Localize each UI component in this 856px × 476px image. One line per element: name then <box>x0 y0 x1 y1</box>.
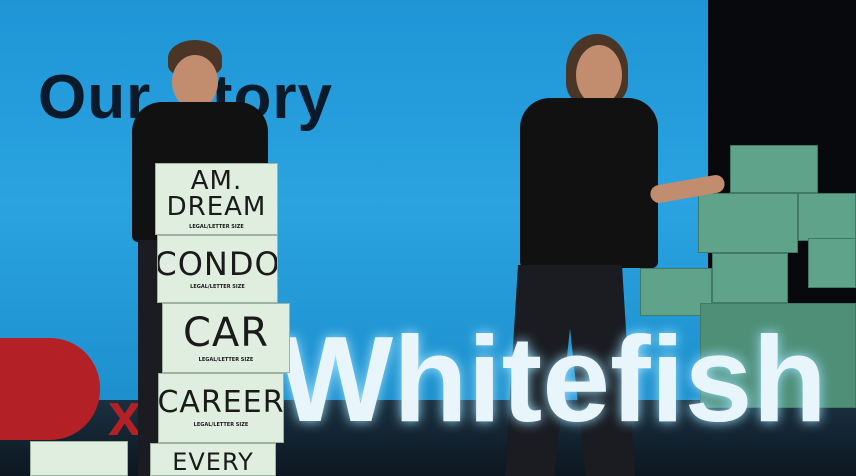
stage-box <box>698 193 798 253</box>
box-fine-print: LEGAL/LETTER SIZE <box>198 357 254 363</box>
box-condo: CONDO LEGAL/LETTER SIZE <box>157 235 278 303</box>
box-career: CAREER LEGAL/LETTER SIZE <box>158 373 284 443</box>
stage-box <box>730 145 818 193</box>
stage-box <box>798 193 856 241</box>
box-car: CAR LEGAL/LETTER SIZE <box>162 303 290 373</box>
box-label: EVERY <box>172 448 254 476</box>
box-fine-print: LEGAL/LETTER SIZE <box>190 284 245 290</box>
box-every: EVERY <box>150 443 276 476</box>
person-right-head <box>576 45 622 105</box>
box-fine-print: LEGAL/LETTER SIZE <box>189 224 244 230</box>
person-left-head <box>172 55 218 109</box>
stage-box <box>712 253 788 303</box>
box-floor <box>30 441 128 476</box>
box-label: CONDO <box>157 245 278 283</box>
tedx-logo-letter <box>0 338 100 440</box>
box-label: CAREER <box>158 385 284 420</box>
box-label: AM. DREAM <box>166 166 267 222</box>
tedx-logo-word: Whitefish <box>278 311 827 447</box>
box-fine-print: LEGAL/LETTER SIZE <box>193 422 249 428</box>
box-label: CAR <box>182 310 270 356</box>
box-am-dream: AM. DREAM LEGAL/LETTER SIZE <box>155 163 278 235</box>
person-right-body <box>520 98 658 268</box>
stage-box <box>808 238 856 288</box>
tedx-logo-x: x <box>108 381 142 448</box>
